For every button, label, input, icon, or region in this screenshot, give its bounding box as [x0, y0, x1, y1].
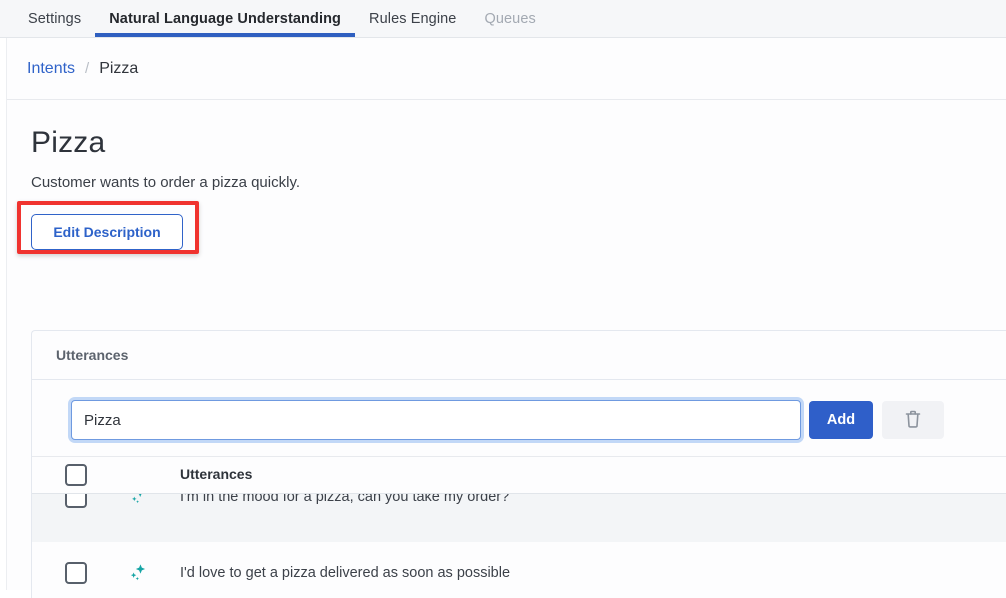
edit-description-area: Edit Description — [31, 207, 213, 260]
utterances-card-header: Utterances — [32, 331, 1006, 380]
row-icon-cell — [120, 563, 156, 584]
select-all-cell[interactable] — [32, 464, 120, 486]
row-text-cell: I'm in the mood for a pizza, can you tak… — [156, 494, 1006, 506]
application-window: Settings Natural Language Understanding … — [0, 0, 1006, 598]
row-select-cell[interactable] — [32, 494, 120, 508]
utterances-card: Utterances Add — [31, 330, 1006, 598]
row-text-cell: I'd love to get a pizza delivered as soo… — [156, 564, 1006, 582]
column-header-utterances: Utterances — [156, 466, 252, 482]
row-select-cell[interactable] — [32, 562, 120, 584]
table-row[interactable]: I'm in the mood for a pizza, can you tak… — [32, 494, 1006, 522]
utterance-text: I'd love to get a pizza delivered as soo… — [156, 565, 510, 581]
tab-queues: Queues — [470, 0, 549, 37]
utterances-table-header: Utterances — [32, 456, 1006, 494]
header-utterances-cell: Utterances — [156, 466, 1006, 484]
add-utterance-button[interactable]: Add — [809, 401, 873, 439]
utterances-table: Utterances — [32, 456, 1006, 590]
tab-rules-engine[interactable]: Rules Engine — [355, 0, 470, 37]
tab-rules-engine-label: Rules Engine — [369, 11, 456, 27]
tab-settings-label: Settings — [28, 11, 81, 27]
delete-utterances-button[interactable] — [882, 401, 944, 439]
main-tab-bar: Settings Natural Language Understanding … — [0, 0, 1006, 38]
tab-settings[interactable]: Settings — [14, 0, 95, 37]
row-icon-cell — [120, 494, 156, 507]
row-checkbox[interactable] — [65, 494, 87, 508]
row-shading-remnant — [32, 522, 1006, 542]
tab-natural-language-understanding[interactable]: Natural Language Understanding — [95, 0, 355, 37]
page-content: Intents / Pizza Pizza Customer wants to … — [6, 38, 1006, 590]
edit-description-button-label: Edit Description — [53, 224, 160, 240]
utterance-text: I'm in the mood for a pizza, can you tak… — [156, 494, 509, 505]
tab-queues-label: Queues — [484, 11, 535, 27]
sparkle-icon — [130, 494, 146, 507]
breadcrumb-current: Pizza — [99, 60, 138, 78]
add-utterance-button-label: Add — [827, 412, 855, 428]
utterances-card-title: Utterances — [56, 347, 128, 363]
heading-block: Pizza Customer wants to order a pizza qu… — [7, 100, 1006, 260]
utterance-input[interactable] — [71, 400, 801, 440]
add-utterance-row: Add — [32, 380, 1006, 456]
breadcrumb-separator: / — [85, 60, 89, 77]
page-description: Customer wants to order a pizza quickly. — [31, 174, 1006, 191]
trash-icon — [904, 409, 922, 432]
sparkle-icon — [129, 563, 147, 584]
tab-natural-language-understanding-label: Natural Language Understanding — [109, 11, 341, 27]
row-checkbox[interactable] — [65, 562, 87, 584]
page-title: Pizza — [31, 126, 1006, 160]
breadcrumb-link-intents[interactable]: Intents — [27, 60, 75, 78]
select-all-checkbox[interactable] — [65, 464, 87, 486]
utterance-input-wrapper — [71, 400, 801, 440]
breadcrumb: Intents / Pizza — [7, 38, 1006, 100]
table-row[interactable]: I'd love to get a pizza delivered as soo… — [32, 560, 1006, 590]
edit-description-button[interactable]: Edit Description — [31, 214, 183, 250]
